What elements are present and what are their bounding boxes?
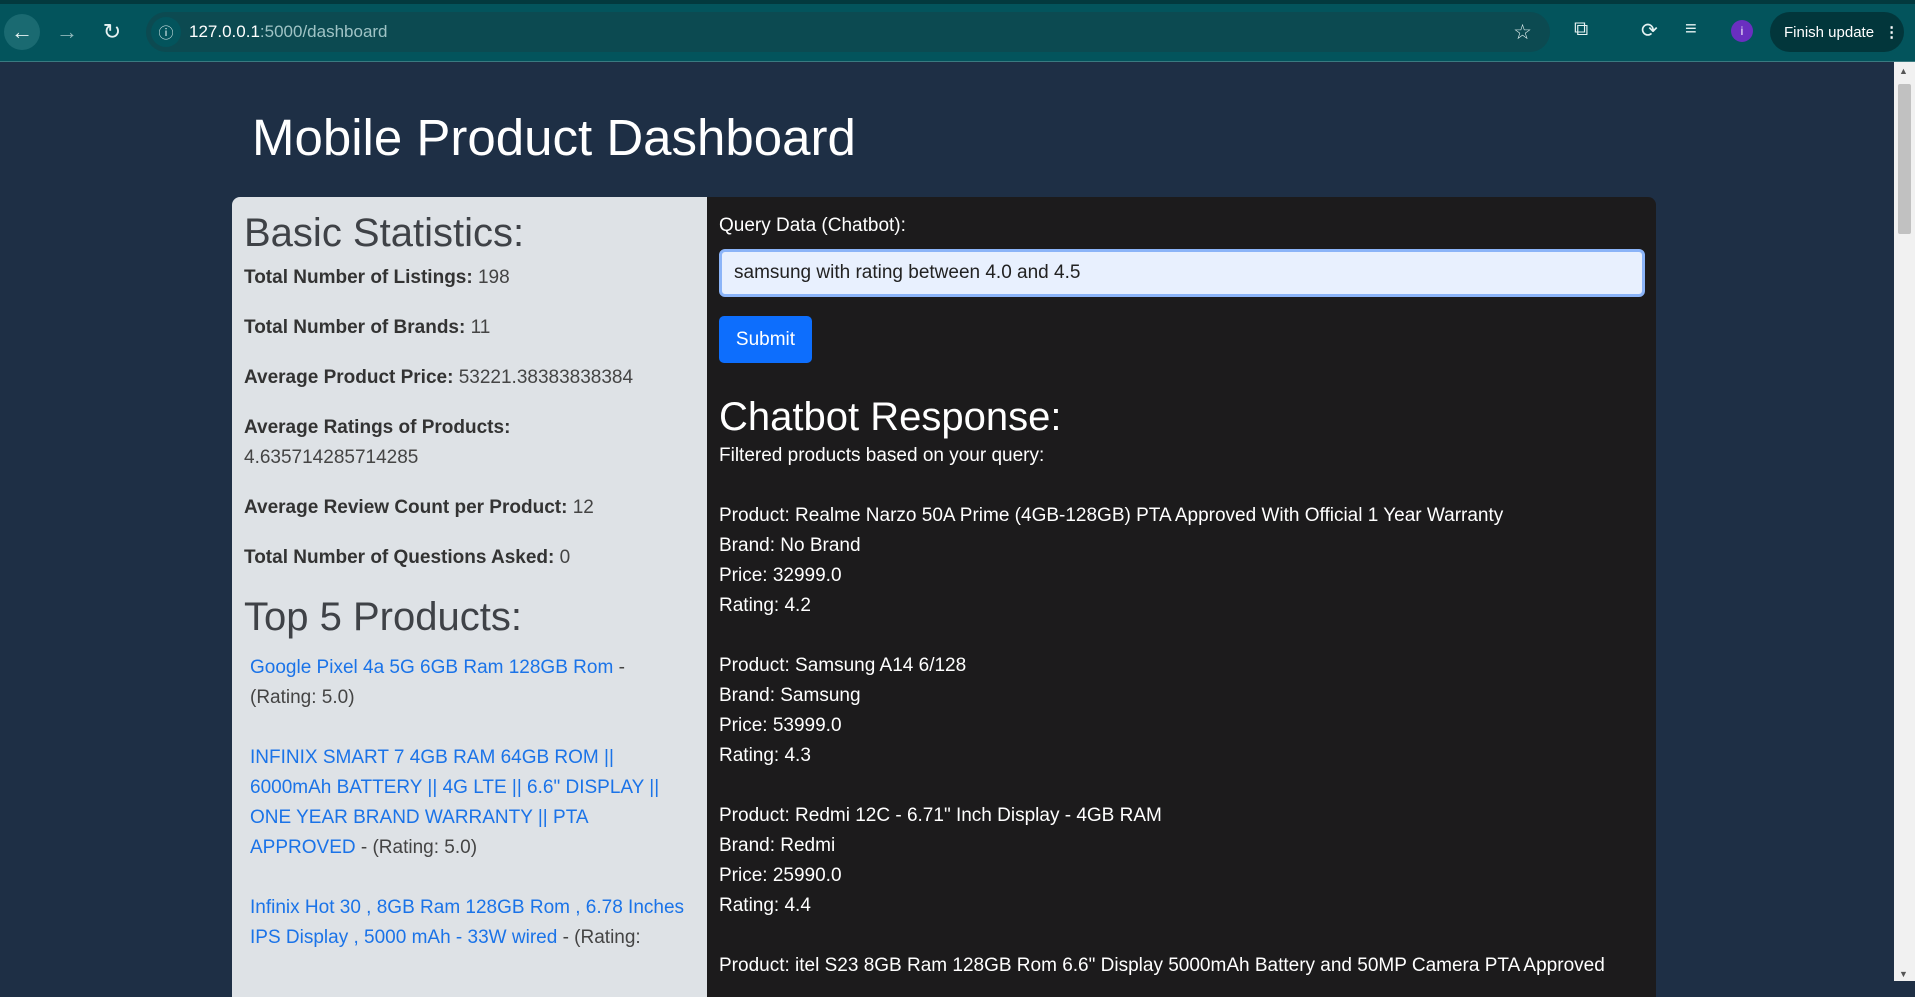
product-name: Product: itel S23 8GB Ram 128GB Rom 6.6"… [719,955,1605,976]
top-products-heading: Top 5 Products: [244,595,522,639]
query-input[interactable] [719,249,1645,297]
media-queue-icon[interactable]: ≡ [1685,18,1697,41]
scroll-down-icon[interactable]: ▼ [1899,969,1908,979]
top-product-link[interactable]: Google Pixel 4a 5G 6GB Ram 128GB Rom [250,657,613,678]
reload-icon[interactable]: ↻ [94,14,130,50]
product-rating: Rating: 4.3 [719,745,811,766]
menu-kebab-icon: ⋮ [1884,24,1900,41]
stat-value: 53221.38383838384 [458,367,634,388]
stat-avg-reviews: Average Review Count per Product: 12 [244,493,695,523]
response-intro: Filtered products based on your query: [719,445,1045,466]
tab-strip [0,0,1915,4]
url-path: :5000/dashboard [259,22,388,41]
stat-value: 198 [477,267,510,288]
product-price: Price: 32999.0 [719,565,842,586]
stat-avg-rating: Average Ratings of Products: 4.6357142857… [244,413,695,473]
top-product-item: Google Pixel 4a 5G 6GB Ram 128GB Rom - (… [250,653,695,713]
stat-label: Total Number of Questions Asked: [244,547,555,568]
stat-avg-price: Average Product Price: 53221.38383838384 [244,363,695,393]
stat-questions: Total Number of Questions Asked: 0 [244,543,695,573]
submit-button[interactable]: Submit [719,316,812,363]
back-icon[interactable]: ← [4,14,40,50]
stat-label: Total Number of Brands: [244,317,466,338]
product-name: Product: Redmi 12C - 6.71" Inch Display … [719,805,1162,826]
stat-listings: Total Number of Listings: 198 [244,263,695,293]
page-title: Mobile Product Dashboard [252,109,856,166]
response-product: Product: Redmi 12C - 6.71" Inch Display … [719,801,1644,921]
stat-label: Average Product Price: [244,367,454,388]
top-product-rating: - (Rating: [557,927,641,948]
response-product: Product: Samsung A14 6/128 Brand: Samsun… [719,651,1644,771]
page-scrollbar[interactable]: ▲ ▼ [1894,62,1915,981]
performance-icon[interactable]: ⟳ [1641,18,1658,43]
response-product: Product: Realme Narzo 50A Prime (4GB-128… [719,501,1644,621]
stat-value: 11 [470,317,491,338]
site-info-icon[interactable]: ⓘ [151,17,181,47]
stat-value: 0 [559,547,571,568]
profile-avatar[interactable]: i [1731,20,1753,42]
browser-toolbar: ← → ↻ ⓘ 127.0.0.1:5000/dashboard ☆ ⧉ ⟳ ≡… [0,0,1915,62]
product-price: Price: 53999.0 [719,715,842,736]
url-host: 127.0.0.1 [189,22,260,41]
finish-update-label: Finish update [1784,23,1875,41]
product-rating: Rating: 4.4 [719,895,811,916]
stat-value: 12 [572,497,594,518]
chatbot-panel: Query Data (Chatbot): Submit Chatbot Res… [707,197,1656,997]
response-heading: Chatbot Response: [719,395,1062,439]
stat-brands: Total Number of Brands: 11 [244,313,695,343]
url-text: 127.0.0.1:5000/dashboard [189,22,388,42]
product-brand: Brand: Redmi [719,835,836,856]
product-name: Product: Realme Narzo 50A Prime (4GB-128… [719,505,1504,526]
stats-panel: Basic Statistics: Total Number of Listin… [232,197,707,997]
product-price: Price: 25990.0 [719,865,842,886]
extensions-icon[interactable]: ⧉ [1574,18,1588,41]
product-brand: Brand: No Brand [719,535,861,556]
product-brand: Brand: Samsung [719,685,861,706]
stat-label: Average Review Count per Product: [244,497,568,518]
stat-label: Average Ratings of Products: [244,417,511,438]
top-product-item: INFINIX SMART 7 4GB RAM 64GB ROM || 6000… [250,743,695,863]
stats-heading: Basic Statistics: [244,211,525,255]
address-bar[interactable]: ⓘ 127.0.0.1:5000/dashboard ☆ [146,12,1550,52]
bookmark-star-icon[interactable]: ☆ [1513,20,1532,45]
top-product-item: Infinix Hot 30 , 8GB Ram 128GB Rom , 6.7… [250,893,695,953]
scrollbar-thumb[interactable] [1898,84,1911,234]
scroll-up-icon[interactable]: ▲ [1899,66,1908,76]
product-name: Product: Samsung A14 6/128 [719,655,967,676]
finish-update-button[interactable]: Finish update ⋮ [1770,12,1904,52]
product-rating: Rating: 4.2 [719,595,811,616]
forward-icon[interactable]: → [49,14,85,50]
query-label: Query Data (Chatbot): [719,215,906,236]
top-product-rating: - (Rating: 5.0) [355,837,478,858]
response-product: Product: itel S23 8GB Ram 128GB Rom 6.6"… [719,951,1644,981]
stat-label: Total Number of Listings: [244,267,473,288]
stat-value: 4.635714285714285 [244,447,419,468]
